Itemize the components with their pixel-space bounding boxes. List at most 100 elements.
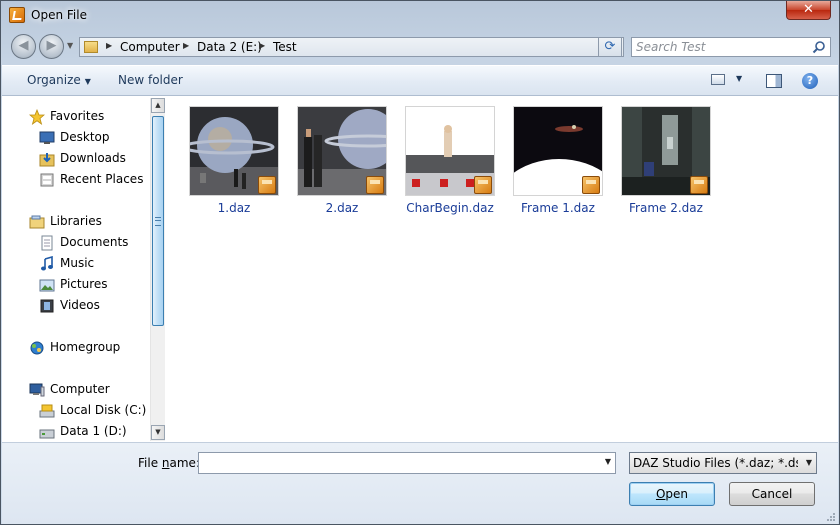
recent-places-icon xyxy=(40,173,54,187)
file-list-pane[interactable]: 1.daz 2.daz CharBegin.daz Frame 1.daz Fr… xyxy=(167,96,838,442)
breadcrumb-data2[interactable]: Data 2 (E:) xyxy=(197,40,262,54)
music-icon xyxy=(41,256,53,271)
file-name-combobox[interactable]: ▼ xyxy=(198,452,616,474)
organize-label: Organize xyxy=(27,73,81,87)
resize-grip-icon[interactable] xyxy=(826,512,836,522)
file-name-input[interactable] xyxy=(202,455,597,471)
dialog-footer: File name: ▼ DAZ Studio Files (*.daz; *.… xyxy=(2,442,838,524)
file-name: Frame 1.daz xyxy=(521,201,595,215)
videos-icon xyxy=(40,299,54,313)
daz-file-icon xyxy=(474,176,492,194)
open-button[interactable]: Open xyxy=(629,482,715,506)
file-thumbnail xyxy=(189,106,279,196)
sidebar-item-label: Downloads xyxy=(60,151,126,165)
pictures-icon xyxy=(39,279,55,292)
sidebar-item-label: Local Disk (C:) xyxy=(60,403,147,417)
file-name: 1.daz xyxy=(217,201,251,215)
back-button[interactable]: ◀ xyxy=(11,34,36,59)
breadcrumb-arrow-icon[interactable]: ▶ xyxy=(259,41,265,50)
address-bar[interactable]: ▶ Computer ▶ Data 2 (E:) ▶ Test ▼ xyxy=(79,37,624,57)
recent-locations-dropdown-icon[interactable]: ▼ xyxy=(67,41,73,50)
downloads-icon xyxy=(39,153,55,167)
accelerator-key: n xyxy=(161,456,170,470)
preview-pane-button[interactable] xyxy=(766,74,782,88)
search-box[interactable] xyxy=(631,37,831,57)
navigation-bar: ◀ ▶ ▼ ▶ Computer ▶ Data 2 (E:) ▶ Test ▼ … xyxy=(1,31,839,63)
label-part: ame: xyxy=(169,456,200,470)
search-input[interactable] xyxy=(636,39,806,55)
file-thumbnail xyxy=(297,106,387,196)
daz-file-icon xyxy=(258,176,276,194)
cancel-button[interactable]: Cancel xyxy=(729,482,815,506)
close-button[interactable]: ✕ xyxy=(786,1,831,20)
file-name: CharBegin.daz xyxy=(406,201,494,215)
breadcrumb-computer[interactable]: Computer xyxy=(120,40,180,54)
new-folder-button[interactable]: New folder xyxy=(118,73,183,87)
file-thumbnail xyxy=(405,106,495,196)
file-type-select[interactable]: DAZ Studio Files (*.daz; *.dsb; * ▼ xyxy=(629,452,817,474)
navigation-pane[interactable]: Favorites Desktop Downloads Recent Place… xyxy=(2,96,165,442)
open-file-dialog: Open File ✕ ◀ ▶ ▼ ▶ Computer ▶ Data 2 (E… xyxy=(0,0,840,525)
sidebar-item-label: Data 1 (D:) xyxy=(60,424,127,438)
forward-button[interactable]: ▶ xyxy=(39,34,64,59)
help-button[interactable]: ? xyxy=(802,73,818,89)
file-name: Frame 2.daz xyxy=(629,201,703,215)
change-view-button[interactable]: ▼ xyxy=(711,73,747,89)
file-item[interactable]: 1.daz xyxy=(179,106,283,221)
computer-icon xyxy=(29,383,45,397)
star-icon xyxy=(29,109,45,125)
scroll-up-icon[interactable]: ▲ xyxy=(151,98,165,113)
accelerator-key: O xyxy=(655,487,666,501)
file-item[interactable]: Frame 2.daz xyxy=(611,106,715,221)
sidebar-item-label: Desktop xyxy=(60,130,110,144)
window-title: Open File xyxy=(31,8,87,22)
file-name-label: File name: xyxy=(138,456,200,470)
homegroup-icon xyxy=(30,341,44,355)
libraries-icon xyxy=(29,215,45,229)
sidebar-item-label: Music xyxy=(60,256,95,270)
documents-icon xyxy=(41,235,53,251)
label-part: File xyxy=(138,456,162,470)
daz-file-icon xyxy=(690,176,708,194)
scrollbar-thumb[interactable] xyxy=(152,116,164,326)
button-label: pen xyxy=(665,487,689,501)
command-toolbar: Organize ▼ New folder ▼ ? xyxy=(2,65,838,96)
nav-pane-scrollbar[interactable]: ▲ ▼ xyxy=(150,98,165,441)
sidebar-item-label: Videos xyxy=(60,298,100,312)
refresh-button[interactable]: ⟳ xyxy=(598,37,622,57)
search-icon[interactable] xyxy=(812,40,826,54)
sidebar-item-label: Recent Places xyxy=(60,172,144,186)
file-item[interactable]: Frame 1.daz xyxy=(503,106,607,221)
file-item[interactable]: 2.daz xyxy=(287,106,391,221)
chevron-down-icon: ▼ xyxy=(736,74,743,83)
file-thumbnail xyxy=(621,106,711,196)
view-icon xyxy=(711,74,725,85)
grip-icon xyxy=(155,217,161,226)
chevron-down-icon[interactable]: ▼ xyxy=(806,458,812,467)
sidebar-item-label: Documents xyxy=(60,235,129,249)
drive-icon xyxy=(39,429,55,439)
title-bar[interactable]: Open File ✕ xyxy=(1,1,839,31)
chevron-down-icon[interactable]: ▼ xyxy=(605,457,611,466)
content-area: Favorites Desktop Downloads Recent Place… xyxy=(2,96,838,442)
breadcrumb-arrow-icon[interactable]: ▶ xyxy=(183,41,189,50)
sidebar-group-label: Computer xyxy=(50,382,110,396)
breadcrumb-arrow-icon[interactable]: ▶ xyxy=(106,41,112,50)
folder-icon xyxy=(84,41,98,53)
sidebar-group-label: Favorites xyxy=(50,109,105,123)
desktop-icon xyxy=(39,131,55,144)
daz-app-icon xyxy=(9,7,25,23)
file-item[interactable]: CharBegin.daz xyxy=(395,106,499,221)
breadcrumb-test[interactable]: Test xyxy=(273,40,297,54)
scroll-down-icon[interactable]: ▼ xyxy=(151,425,165,440)
file-type-value: DAZ Studio Files (*.daz; *.dsb; * xyxy=(633,456,798,470)
organize-button[interactable]: Organize ▼ xyxy=(27,73,91,87)
sidebar-group-label: Homegroup xyxy=(50,340,121,354)
sidebar-item-label: Pictures xyxy=(60,277,108,291)
file-thumbnail xyxy=(513,106,603,196)
daz-file-icon xyxy=(366,176,384,194)
chevron-down-icon: ▼ xyxy=(84,77,91,86)
daz-file-icon xyxy=(582,176,600,194)
sidebar-group-label: Libraries xyxy=(50,214,102,228)
local-disk-icon xyxy=(39,404,55,418)
